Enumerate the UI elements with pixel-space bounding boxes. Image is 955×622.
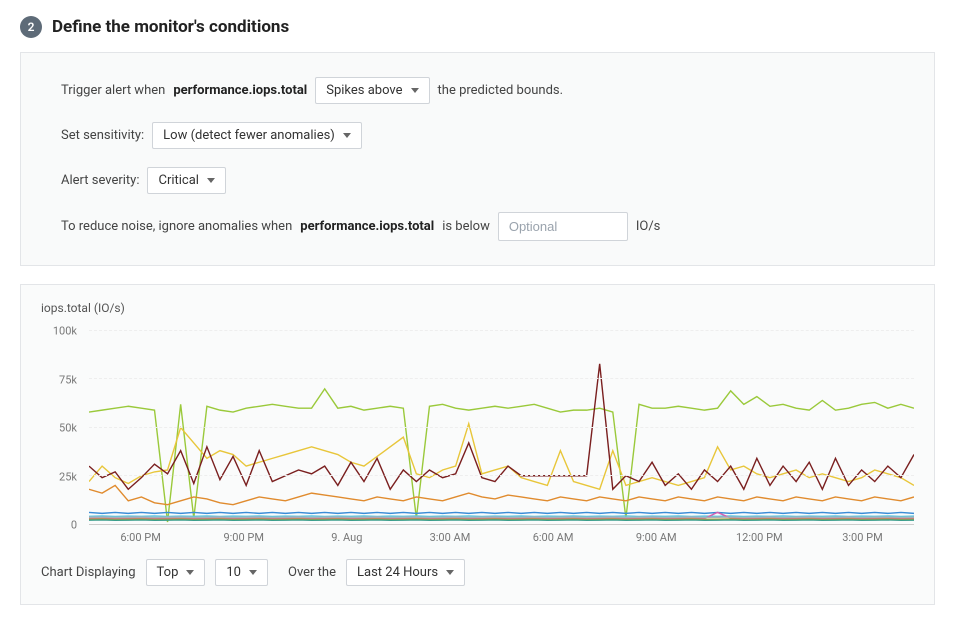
caret-down-icon [446,570,454,575]
chart-panel: iops.total (IO/s) 025k50k75k100k 6:00 PM… [20,284,935,605]
chart-count-select[interactable]: 10 [215,559,268,586]
chart-count-value: 10 [226,565,241,580]
trigger-metric: performance.iops.total [173,83,307,98]
severity-value: Critical [158,173,198,188]
caret-down-icon [343,133,351,138]
caret-down-icon [186,570,194,575]
trigger-prefix: Trigger alert when [61,83,165,98]
chart-title: iops.total (IO/s) [41,301,914,315]
chart-area: 025k50k75k100k 6:00 PM9:00 PM9. Aug3:00 … [41,317,914,547]
severity-label: Alert severity: [61,173,139,188]
trigger-direction-value: Spikes above [326,83,402,98]
noise-prefix: To reduce noise, ignore anomalies when [61,219,292,234]
trigger-direction-select[interactable]: Spikes above [315,77,429,104]
severity-select[interactable]: Critical [147,167,225,194]
severity-row: Alert severity: Critical [61,167,894,194]
sensitivity-value: Low (detect fewer anomalies) [163,128,335,143]
trigger-row: Trigger alert when performance.iops.tota… [61,77,894,104]
chart-controls: Chart Displaying Top 10 Over the Last 24… [41,559,914,586]
sensitivity-label: Set sensitivity: [61,128,144,143]
chart-displaying-label: Chart Displaying [41,565,136,580]
trigger-suffix: the predicted bounds. [438,83,564,98]
sensitivity-select[interactable]: Low (detect fewer anomalies) [152,122,362,149]
chart-over-label: Over the [288,565,336,580]
caret-down-icon [207,178,215,183]
chart-top-select[interactable]: Top [146,559,206,586]
chart-plot [89,331,914,525]
chart-range-select[interactable]: Last 24 Hours [346,559,465,586]
section-header: 2 Define the monitor's conditions [20,16,935,38]
noise-row: To reduce noise, ignore anomalies when p… [61,212,894,241]
chart-range-value: Last 24 Hours [357,565,438,580]
noise-metric: performance.iops.total [300,219,434,234]
sensitivity-row: Set sensitivity: Low (detect fewer anoma… [61,122,894,149]
noise-mid: is below [442,219,490,234]
chart-top-value: Top [157,565,179,580]
noise-unit: IO/s [636,219,661,234]
noise-threshold-input[interactable] [498,212,628,241]
caret-down-icon [411,88,419,93]
chart-y-axis: 025k50k75k100k [41,331,83,525]
conditions-panel: Trigger alert when performance.iops.tota… [20,52,935,266]
section-title: Define the monitor's conditions [52,17,289,37]
step-number-badge: 2 [20,16,42,38]
chart-lines [89,331,914,524]
caret-down-icon [249,570,257,575]
chart-x-axis: 6:00 PM9:00 PM9. Aug3:00 AM6:00 AM9:00 A… [89,529,914,547]
